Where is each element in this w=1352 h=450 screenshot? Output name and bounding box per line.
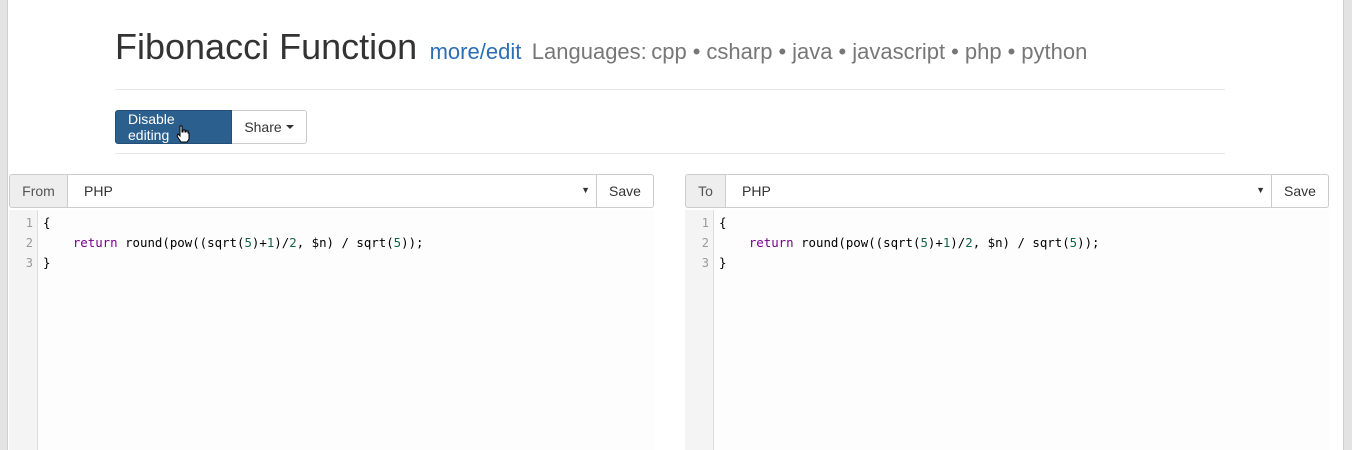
caret-down-icon (285, 125, 294, 129)
page-header: Fibonacci Function more/edit Languages: … (115, 26, 1087, 68)
language-link-php[interactable]: php (965, 39, 1002, 64)
code-line: } (719, 255, 727, 270)
source-code-editor[interactable]: 1 2 3 { return round(pow((sqrt(5)+1)/2, … (9, 210, 654, 450)
source-language-value: PHP (84, 183, 113, 199)
line-number: 1 (25, 216, 33, 230)
language-link-cpp[interactable]: cpp (651, 39, 686, 64)
source-toolbar: From PHP ▼ Save (9, 174, 654, 208)
code-number: 5 (920, 235, 928, 250)
line-number: 2 (25, 236, 33, 250)
line-number: 3 (25, 256, 33, 270)
toolbar-divider (115, 153, 1225, 154)
line-number: 3 (701, 256, 709, 270)
code-line: } (43, 255, 51, 270)
window-edge-right (1343, 0, 1352, 450)
target-save-button[interactable]: Save (1272, 174, 1329, 208)
from-addon: From (9, 174, 68, 208)
dropdown-arrow-icon: ▼ (581, 185, 590, 195)
page-title: Fibonacci Function (115, 26, 418, 67)
code-number: 2 (289, 235, 297, 250)
language-link-python[interactable]: python (1021, 39, 1087, 64)
code-token: , $n) / sqrt( (972, 235, 1070, 250)
source-save-button[interactable]: Save (597, 174, 654, 208)
code-keyword: return (72, 235, 118, 250)
code-token: )); (1077, 235, 1100, 250)
language-link-csharp[interactable]: csharp (706, 39, 772, 64)
target-code-editor[interactable]: 1 2 3 { return round(pow((sqrt(5)+1)/2, … (685, 210, 1329, 450)
target-language-select[interactable]: PHP ▼ (726, 174, 1272, 208)
hand-pointer-cursor-icon (176, 125, 190, 143)
line-number: 1 (701, 216, 709, 230)
language-separator: • (692, 39, 701, 64)
header-divider (115, 89, 1225, 90)
source-language-select[interactable]: PHP ▼ (68, 174, 597, 208)
code-content: { return round(pow((sqrt(5)+1)/2, $n) / … (719, 210, 1100, 285)
code-number: 5 (244, 235, 252, 250)
window-edge-left (0, 0, 8, 450)
code-token: round(pow((sqrt( (793, 235, 921, 250)
code-token: )+ (927, 235, 943, 250)
target-toolbar: To PHP ▼ Save (685, 174, 1329, 208)
language-separator: • (778, 39, 787, 64)
dropdown-arrow-icon: ▼ (1256, 185, 1265, 195)
disable-editing-button[interactable]: Disable editing (115, 110, 232, 144)
to-addon: To (685, 174, 726, 208)
code-line: return round(pow((sqrt(5)+1)/2, $n) / sq… (719, 235, 1100, 250)
code-token: )); (401, 235, 424, 250)
source-panel: From PHP ▼ Save 1 2 3 { return round(pow… (9, 174, 654, 450)
target-panel: To PHP ▼ Save 1 2 3 { return round(pow((… (685, 174, 1329, 450)
language-separator: • (951, 39, 959, 64)
code-line: { (719, 215, 727, 230)
disable-editing-label: Disable editing (128, 111, 175, 143)
more-edit-link[interactable]: more/edit (430, 39, 522, 64)
code-line: return round(pow((sqrt(5)+1)/2, $n) / sq… (43, 235, 424, 250)
code-token: )/ (950, 235, 966, 250)
language-link-javascript[interactable]: javascript (852, 39, 945, 64)
line-number-gutter: 1 2 3 (685, 210, 714, 450)
language-separator: • (1007, 39, 1016, 64)
code-number: 2 (965, 235, 973, 250)
target-language-value: PHP (742, 183, 771, 199)
code-line: { (43, 215, 51, 230)
languages-label: Languages: (531, 39, 647, 64)
language-separator: • (838, 39, 847, 64)
toolbar-button-group: Disable editing Share (115, 110, 307, 144)
code-token: )+ (251, 235, 267, 250)
code-token: )/ (274, 235, 290, 250)
share-label: Share (244, 119, 282, 135)
code-token: round(pow((sqrt( (117, 235, 245, 250)
code-token: , $n) / sqrt( (296, 235, 394, 250)
share-dropdown-button[interactable]: Share (232, 110, 307, 144)
language-link-java[interactable]: java (792, 39, 832, 64)
code-keyword: return (748, 235, 794, 250)
line-number: 2 (701, 236, 709, 250)
code-content: { return round(pow((sqrt(5)+1)/2, $n) / … (43, 210, 424, 285)
line-number-gutter: 1 2 3 (9, 210, 38, 450)
